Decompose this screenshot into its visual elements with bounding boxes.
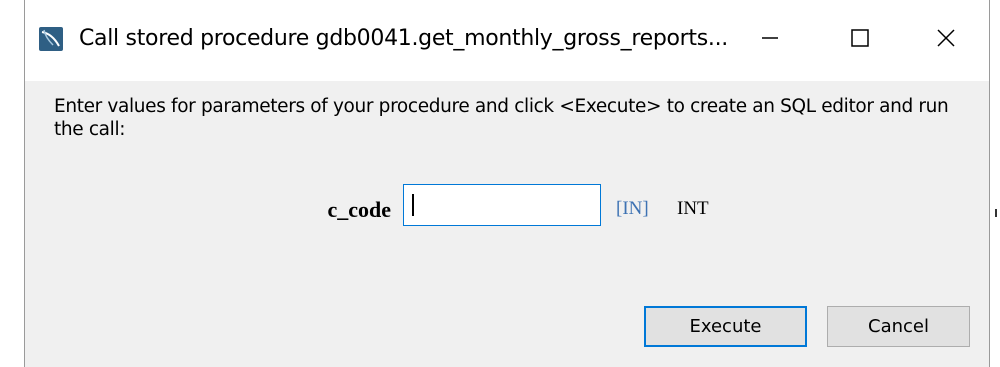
parameter-name-label: c_code bbox=[327, 197, 391, 222]
parameter-type-label: INT bbox=[677, 198, 709, 219]
parameter-direction-label: [IN] bbox=[616, 198, 649, 219]
minimize-icon bbox=[759, 27, 781, 54]
parameter-value-input[interactable] bbox=[403, 184, 601, 226]
stored-procedure-dialog: Call stored procedure gdb0041.get_monthl… bbox=[24, 0, 990, 367]
cancel-button[interactable]: Cancel bbox=[827, 306, 970, 347]
title-bar[interactable]: Call stored procedure gdb0041.get_monthl… bbox=[25, 0, 989, 81]
maximize-icon bbox=[849, 27, 871, 54]
text-caret bbox=[412, 194, 414, 216]
mysql-workbench-icon bbox=[39, 27, 63, 51]
background-artifact bbox=[995, 209, 997, 217]
close-button[interactable] bbox=[901, 0, 991, 81]
minimize-button[interactable] bbox=[725, 0, 815, 81]
instruction-text: Enter values for parameters of your proc… bbox=[54, 96, 949, 140]
close-icon bbox=[935, 27, 957, 54]
execute-button[interactable]: Execute bbox=[644, 306, 807, 347]
maximize-button[interactable] bbox=[815, 0, 905, 81]
window-title: Call stored procedure gdb0041.get_monthl… bbox=[79, 26, 728, 51]
